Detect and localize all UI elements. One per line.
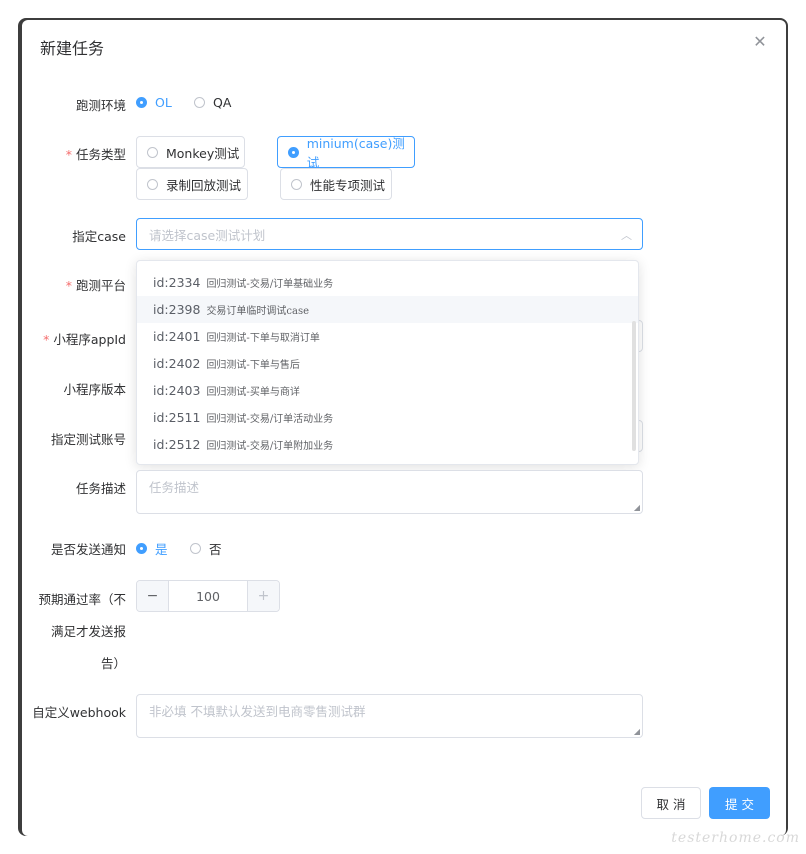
version-label: 小程序版本 [63, 382, 126, 397]
radio-dot-icon [288, 146, 299, 158]
platform-label: * 跑测平台 [66, 275, 126, 294]
required-mark: * [43, 332, 50, 347]
radio-dot-icon [194, 97, 205, 108]
dropdown-option[interactable]: id:2511 回归测试-交易/订单活动业务 [137, 404, 638, 431]
dropdown-scrollbar[interactable] [632, 321, 636, 451]
webhook-placeholder: 非必填 不填默认发送到电商零售测试群 [149, 704, 366, 719]
task-type-record-replay[interactable]: 录制回放测试 [136, 168, 248, 200]
option-desc: 回归测试-下单与取消订单 [206, 333, 320, 344]
task-type-option-label: Monkey测试 [166, 145, 240, 161]
platform-label-text: 跑测平台 [75, 278, 126, 293]
env-radio-ol[interactable]: OL [136, 95, 172, 110]
description-placeholder: 任务描述 [149, 480, 200, 495]
task-type-label-text: 任务类型 [75, 147, 126, 162]
option-id: id:2512 [153, 437, 201, 452]
radio-dot-icon [190, 543, 201, 554]
env-option-label: OL [155, 95, 172, 110]
dropdown-option[interactable]: id:2402 回归测试-下单与售后 [137, 350, 638, 377]
case-label: 指定case [72, 229, 126, 244]
task-type-label: * 任务类型 [66, 144, 126, 163]
required-mark: * [65, 147, 72, 162]
submit-button[interactable]: 提 交 [709, 787, 770, 819]
radio-dot-icon [291, 178, 302, 190]
case-select-placeholder: 请选择case测试计划 [149, 227, 266, 243]
option-desc: 回归测试-交易/订单活动业务 [206, 414, 334, 425]
pass-rate-label-line3: 告） [100, 656, 126, 671]
notify-label: 是否发送通知 [50, 542, 126, 557]
chevron-up-icon: ︿ [621, 229, 632, 242]
option-desc: 交易订单临时调试case [206, 306, 310, 317]
dialog-title: 新建任务 [40, 39, 105, 58]
decrement-button[interactable]: − [137, 581, 169, 611]
option-id: id:2511 [153, 410, 201, 425]
dropdown-option[interactable]: id:2398 交易订单临时调试case [137, 296, 638, 323]
task-type-option-label: 性能专项测试 [310, 177, 386, 193]
description-textarea[interactable]: 任务描述 ◢ [136, 470, 643, 514]
account-label: 指定测试账号 [50, 432, 126, 447]
pass-rate-label-line1: 预期通过率（不 [38, 592, 126, 607]
increment-button[interactable]: + [247, 581, 279, 611]
notify-option-label: 是 [155, 542, 168, 557]
appid-label-text: 小程序appId [53, 332, 126, 347]
task-type-option-label: 录制回放测试 [166, 177, 242, 193]
task-type-performance[interactable]: 性能专项测试 [280, 168, 392, 200]
new-task-dialog: 新建任务 ✕ 跑测环境 OL QA * 任务类型 Monkey测试 minium(… [22, 20, 786, 836]
pass-rate-stepper: − 100 + [136, 580, 280, 612]
option-desc: 回归测试-下单与售后 [206, 360, 300, 371]
close-icon[interactable]: ✕ [752, 34, 768, 50]
watermark: testerhome.com [671, 830, 800, 846]
option-desc: 回归测试-买单与商详 [206, 387, 300, 398]
pass-rate-label-line2: 满足才发送报 [50, 624, 126, 639]
cancel-button[interactable]: 取 消 [641, 787, 701, 819]
notify-option-label: 否 [209, 542, 222, 557]
dropdown-option[interactable]: id:2334 回归测试-交易/订单基础业务 [137, 269, 638, 296]
notify-radio-no[interactable]: 否 [190, 539, 222, 558]
notify-radio-yes[interactable]: 是 [136, 539, 168, 558]
required-mark: * [65, 278, 72, 293]
task-type-monkey[interactable]: Monkey测试 [136, 136, 245, 168]
case-dropdown: id:2334 回归测试-交易/订单基础业务 id:2398 交易订单临时调试cas… [136, 260, 639, 465]
option-id: id:2334 [153, 275, 201, 290]
description-label: 任务描述 [75, 481, 126, 496]
dropdown-option[interactable]: id:2403 回归测试-买单与商详 [137, 377, 638, 404]
radio-dot-icon [136, 543, 147, 554]
option-id: id:2398 [153, 302, 201, 317]
task-type-option-label: minium(case)测试 [306, 136, 405, 170]
dropdown-option[interactable]: id:2401 回归测试-下单与取消订单 [137, 323, 638, 350]
dropdown-scroll-top [137, 261, 638, 269]
case-select[interactable]: 请选择case测试计划 ︿ [136, 218, 643, 250]
radio-dot-icon [147, 178, 158, 190]
dropdown-option[interactable]: id:2512 回归测试-交易/订单附加业务 [137, 431, 638, 458]
env-radio-qa[interactable]: QA [194, 95, 231, 110]
webhook-label: 自定义webhook [32, 705, 126, 720]
resize-grip-icon[interactable]: ◢ [634, 504, 640, 512]
appid-label: * 小程序appId [43, 329, 126, 348]
resize-grip-icon[interactable]: ◢ [634, 728, 640, 736]
task-type-minium[interactable]: minium(case)测试 [277, 136, 415, 170]
env-option-label: QA [213, 95, 232, 110]
radio-dot-icon [147, 146, 158, 158]
option-id: id:2403 [153, 383, 201, 398]
option-desc: 回归测试-交易/订单附加业务 [206, 441, 334, 452]
option-id: id:2401 [153, 329, 201, 344]
pass-rate-value[interactable]: 100 [169, 581, 247, 611]
option-id: id:2402 [153, 356, 201, 371]
option-desc: 回归测试-交易/订单基础业务 [206, 279, 334, 290]
env-label: 跑测环境 [75, 98, 126, 113]
webhook-textarea[interactable]: 非必填 不填默认发送到电商零售测试群 ◢ [136, 694, 643, 738]
radio-dot-icon [136, 97, 147, 108]
